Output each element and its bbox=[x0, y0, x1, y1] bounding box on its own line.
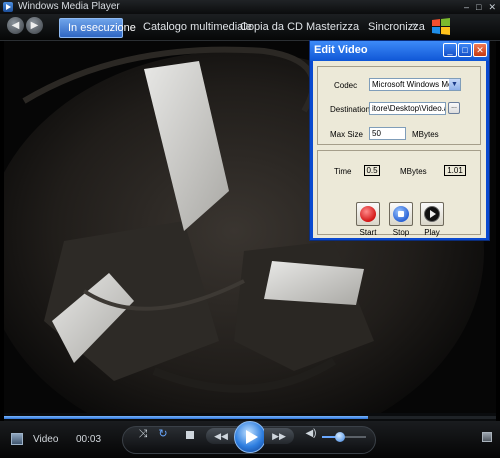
tab-burn[interactable]: Masterizza bbox=[306, 18, 359, 38]
stop-label: Stop bbox=[392, 228, 410, 237]
media-title: Video bbox=[33, 434, 59, 445]
record-icon bbox=[360, 206, 376, 222]
elapsed-time: 00:03 bbox=[76, 434, 102, 445]
shuffle-icon[interactable]: ⤨ bbox=[136, 428, 150, 441]
mbytes-value: 1.01 bbox=[444, 165, 466, 176]
play-button[interactable] bbox=[420, 202, 444, 226]
destination-field[interactable]: itore\Desktop\Video.avi bbox=[369, 102, 446, 115]
dialog-minimize-icon[interactable]: _ bbox=[443, 43, 457, 57]
dialog-title-bar[interactable]: Edit Video _ □ ✕ bbox=[310, 41, 489, 61]
codec-select-value: Microsoft Windows Media bbox=[372, 80, 461, 89]
time-label: Time bbox=[334, 167, 352, 176]
play-label: Play bbox=[424, 228, 440, 237]
recording-group: Time 0.5 MBytes 1.01 Start Stop Play bbox=[317, 150, 481, 237]
destination-label: Destination bbox=[330, 105, 371, 114]
time-value: 0.5 bbox=[364, 165, 380, 176]
maximize-icon[interactable]: □ bbox=[476, 2, 481, 13]
window-controls: – □ ✕ bbox=[464, 2, 496, 13]
play-icon bbox=[424, 206, 440, 222]
stop-icon[interactable] bbox=[186, 431, 194, 439]
browse-button[interactable]: ... bbox=[448, 102, 460, 114]
minimize-icon[interactable]: – bbox=[464, 2, 469, 13]
previous-icon[interactable]: ◀◀ bbox=[206, 428, 236, 444]
dialog-maximize-icon[interactable]: □ bbox=[458, 43, 472, 57]
windows-media-logo-icon bbox=[432, 18, 450, 35]
seek-progress bbox=[4, 416, 368, 419]
codec-label: Codec bbox=[334, 81, 358, 90]
dialog-title: Edit Video bbox=[314, 44, 368, 56]
next-icon[interactable]: ▶▶ bbox=[264, 428, 294, 444]
tab-now-playing[interactable]: In esecuzione bbox=[59, 18, 136, 38]
start-button[interactable] bbox=[356, 202, 380, 226]
edit-video-dialog: Edit Video _ □ ✕ Codec Microsoft Windows… bbox=[309, 40, 490, 241]
max-size-field[interactable]: 50 bbox=[369, 127, 406, 140]
title-bar: Windows Media Player – □ ✕ bbox=[0, 0, 500, 14]
mini-player-icon[interactable] bbox=[482, 432, 492, 442]
max-size-label: Max Size bbox=[330, 130, 363, 139]
navigation-bar: ◀ ▶ In esecuzione Catalogo multimediale … bbox=[0, 14, 500, 41]
dialog-close-icon[interactable]: ✕ bbox=[473, 43, 487, 57]
window-title: Windows Media Player bbox=[18, 1, 120, 12]
volume-icon[interactable]: ◀) bbox=[304, 428, 318, 439]
tab-media-library[interactable]: Catalogo multimediale bbox=[143, 18, 252, 38]
tab-rip-cd[interactable]: Copia da CD bbox=[240, 18, 303, 38]
mbytes-label: MBytes bbox=[400, 167, 427, 176]
start-label: Start bbox=[359, 228, 377, 237]
chevron-down-icon[interactable]: ▼ bbox=[449, 79, 460, 90]
back-arrow-icon[interactable]: ◀ bbox=[7, 17, 24, 34]
more-tabs-icon[interactable]: » bbox=[412, 20, 418, 31]
repeat-icon[interactable]: ↻ bbox=[156, 427, 170, 440]
volume-knob[interactable] bbox=[335, 432, 345, 442]
max-size-unit: MBytes bbox=[412, 130, 439, 139]
codec-select[interactable]: Microsoft Windows Media ▼ bbox=[369, 78, 461, 91]
close-icon[interactable]: ✕ bbox=[488, 2, 496, 13]
dialog-body: Codec Microsoft Windows Media ▼ Destinat… bbox=[313, 61, 486, 238]
stop-button[interactable] bbox=[389, 202, 413, 226]
stop-icon bbox=[393, 206, 409, 222]
windows-media-player-app-icon bbox=[3, 2, 13, 12]
media-info-icon[interactable] bbox=[11, 433, 23, 445]
play-pause-button[interactable] bbox=[234, 421, 266, 453]
seek-bar[interactable] bbox=[4, 413, 496, 421]
forward-arrow-icon[interactable]: ▶ bbox=[26, 17, 43, 34]
settings-group: Codec Microsoft Windows Media ▼ Destinat… bbox=[317, 66, 481, 145]
